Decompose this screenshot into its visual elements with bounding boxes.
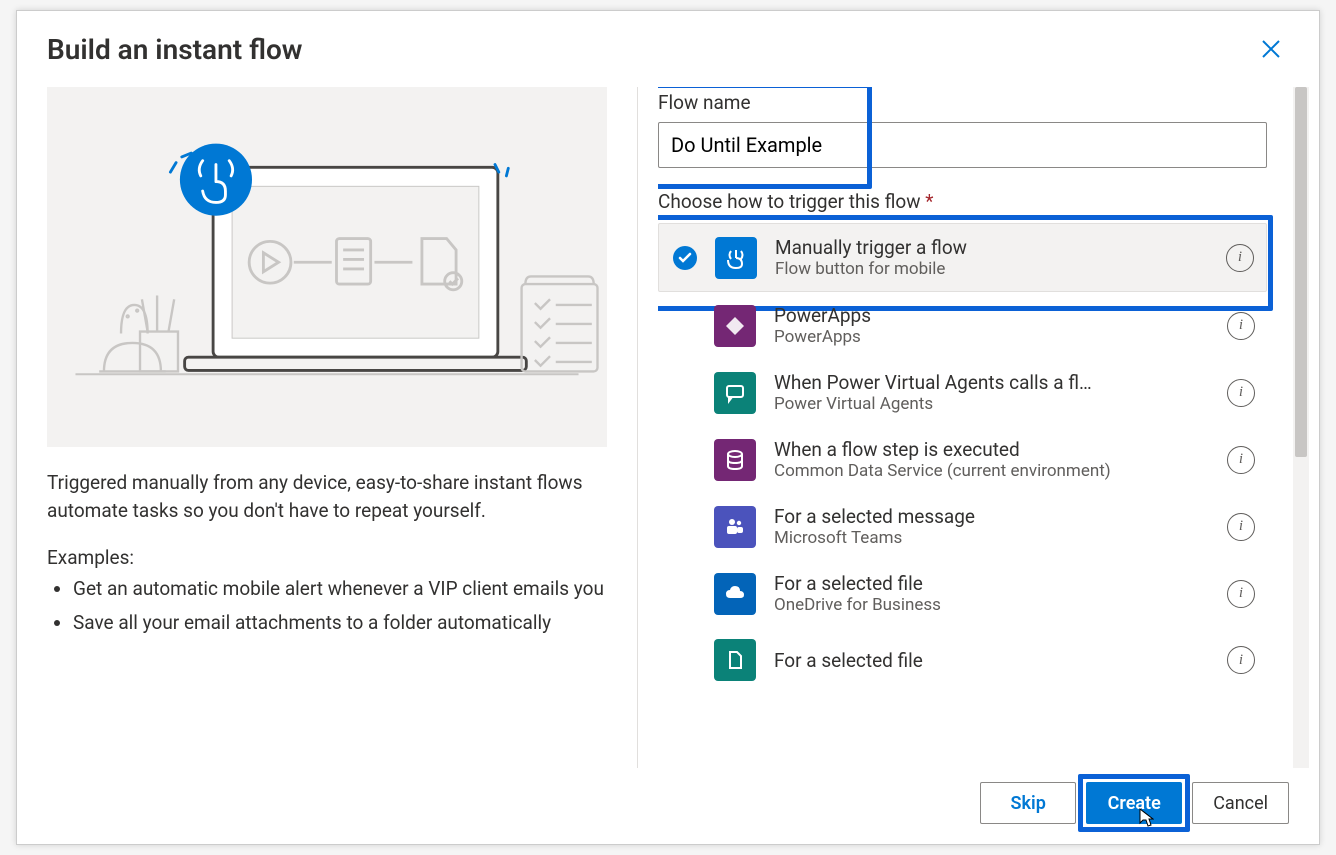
scrollbar-thumb[interactable]	[1295, 87, 1307, 457]
radio-checked-icon	[673, 246, 697, 270]
examples-list: Get an automatic mobile alert whenever a…	[47, 575, 607, 636]
dialog-body: Triggered manually from any device, easy…	[17, 77, 1319, 768]
teams-icon	[714, 506, 756, 548]
trigger-item-cds[interactable]: When a flow step is executed Common Data…	[658, 426, 1267, 493]
powerapps-icon	[714, 305, 756, 347]
dialog-description: Triggered manually from any device, easy…	[47, 469, 607, 524]
scrollbar[interactable]	[1293, 87, 1309, 768]
trigger-item-teams[interactable]: For a selected message Microsoft Teams i	[658, 493, 1267, 560]
trigger-subtitle: PowerApps	[774, 327, 1217, 347]
trigger-subtitle: Common Data Service (current environment…	[774, 461, 1217, 481]
flow-name-label: Flow name	[658, 91, 1267, 114]
trigger-item-onedrive[interactable]: For a selected file OneDrive for Busines…	[658, 560, 1267, 627]
trigger-title: PowerApps	[774, 304, 1217, 327]
info-button[interactable]: i	[1227, 513, 1255, 541]
radio-empty-icon	[673, 649, 695, 671]
dialog-footer: Skip Create Cancel	[17, 768, 1319, 844]
close-icon	[1260, 38, 1282, 60]
chat-icon	[714, 372, 756, 414]
trigger-item-pva[interactable]: When Power Virtual Agents calls a fl… Po…	[658, 359, 1267, 426]
trigger-title: When Power Virtual Agents calls a fl…	[774, 371, 1217, 394]
trigger-subtitle: Flow button for mobile	[775, 259, 1216, 279]
info-button[interactable]: i	[1226, 244, 1254, 272]
close-button[interactable]	[1253, 31, 1289, 67]
flow-name-field: Flow name	[658, 91, 1267, 168]
info-button[interactable]: i	[1227, 446, 1255, 474]
right-column: Flow name Choose how to trigger this flo…	[658, 87, 1309, 768]
trigger-title: When a flow step is executed	[774, 438, 1217, 461]
trigger-title: Manually trigger a flow	[775, 236, 1216, 259]
right-scroll: Flow name Choose how to trigger this flo…	[658, 87, 1293, 768]
flow-name-input[interactable]	[658, 122, 1267, 168]
trigger-list: Manually trigger a flow Flow button for …	[658, 223, 1267, 685]
database-icon	[714, 439, 756, 481]
info-button[interactable]: i	[1227, 580, 1255, 608]
example-item: Save all your email attachments to a fol…	[73, 609, 607, 637]
skip-button[interactable]: Skip	[980, 782, 1076, 824]
illustration	[47, 87, 607, 447]
radio-empty-icon	[673, 382, 695, 404]
trigger-title: For a selected file	[774, 649, 1217, 672]
cancel-button[interactable]: Cancel	[1192, 782, 1289, 824]
radio-empty-icon	[673, 516, 695, 538]
trigger-item-powerapps[interactable]: PowerApps PowerApps i	[658, 292, 1267, 359]
create-button[interactable]: Create	[1086, 782, 1182, 824]
info-button[interactable]: i	[1227, 312, 1255, 340]
choose-trigger-label: Choose how to trigger this flow *	[658, 190, 1267, 213]
required-asterisk: *	[925, 190, 933, 213]
radio-empty-icon	[673, 315, 695, 337]
left-column: Triggered manually from any device, easy…	[47, 87, 637, 768]
trigger-subtitle: OneDrive for Business	[774, 595, 1217, 615]
trigger-title: For a selected file	[774, 572, 1217, 595]
divider	[637, 87, 638, 768]
cloud-icon	[714, 573, 756, 615]
trigger-subtitle: Microsoft Teams	[774, 528, 1217, 548]
trigger-title: For a selected message	[774, 505, 1217, 528]
trigger-item-file[interactable]: For a selected file i	[658, 627, 1267, 685]
radio-empty-icon	[673, 583, 695, 605]
dialog-title: Build an instant flow	[47, 33, 1253, 66]
dialog: Build an instant flow	[16, 10, 1320, 845]
file-icon	[714, 639, 756, 681]
info-button[interactable]: i	[1227, 379, 1255, 407]
trigger-subtitle: Power Virtual Agents	[774, 394, 1217, 414]
example-item: Get an automatic mobile alert whenever a…	[73, 575, 607, 603]
examples-label: Examples:	[47, 546, 607, 569]
info-button[interactable]: i	[1227, 646, 1255, 674]
radio-empty-icon	[673, 449, 695, 471]
trigger-item-manual[interactable]: Manually trigger a flow Flow button for …	[658, 223, 1267, 292]
touch-icon	[715, 237, 757, 279]
dialog-header: Build an instant flow	[17, 11, 1319, 77]
